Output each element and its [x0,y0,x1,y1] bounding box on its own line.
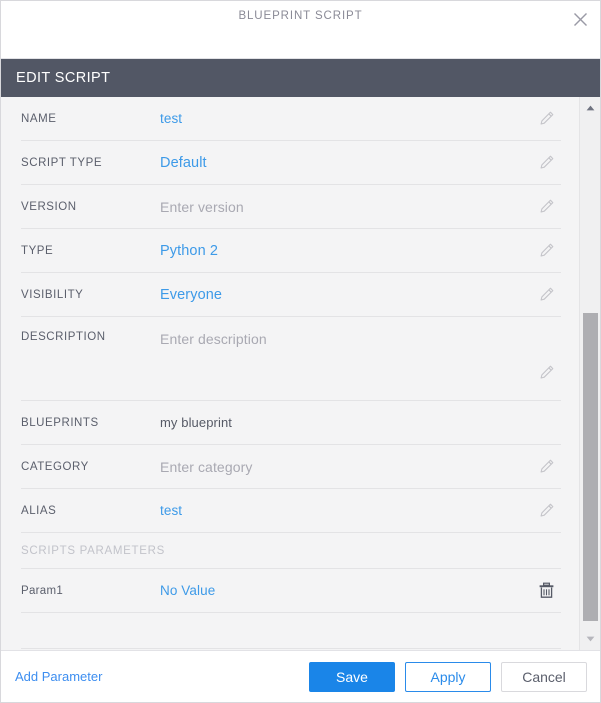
form-rows-container: NAME test SCRIPT TYPE Default VERSION En… [1,97,579,650]
pencil-icon[interactable] [533,238,559,264]
scrollbar-thumb[interactable] [583,313,598,621]
parameter-name: Param1 [21,584,64,597]
scripts-parameters-heading-label: SCRIPTS PARAMETERS [21,544,166,557]
form-row-type[interactable]: TYPE Python 2 [21,229,561,273]
form-row-blueprints-label: BLUEPRINTS [21,416,99,429]
scripts-parameters-heading: SCRIPTS PARAMETERS [21,533,561,569]
pencil-icon[interactable] [533,282,559,308]
form-row-blueprints: BLUEPRINTS my blueprint [21,401,561,445]
form-row-visibility-label: VISIBILITY [21,288,84,301]
form-row-alias[interactable]: ALIAS test [21,489,561,533]
form-row-type-value[interactable]: Python 2 [160,243,561,259]
parameter-row[interactable]: Param1 No Value [21,569,561,613]
form-row-description[interactable]: DESCRIPTION Enter description [21,317,561,401]
edit-script-header-label: EDIT SCRIPT [16,70,111,86]
pencil-icon[interactable] [533,106,559,132]
pencil-icon[interactable] [533,359,559,385]
form-row-script-type-label: SCRIPT TYPE [21,156,103,169]
pencil-icon[interactable] [533,454,559,480]
pencil-icon[interactable] [533,150,559,176]
parameter-value[interactable]: No Value [160,583,561,598]
form-row-alias-label: ALIAS [21,504,57,517]
form-row-visibility-value[interactable]: Everyone [160,287,561,303]
form-row-script-type[interactable]: SCRIPT TYPE Default [21,141,561,185]
form-row-description-value[interactable]: Enter description [160,317,561,347]
form-row-category-label: CATEGORY [21,460,89,473]
pencil-icon[interactable] [533,194,559,220]
add-parameter-link[interactable]: Add Parameter [15,669,102,684]
form-row-description-label: DESCRIPTION [21,331,106,343]
pencil-icon[interactable] [533,498,559,524]
form-row-name-value[interactable]: test [160,111,561,126]
form-row-script-type-value[interactable]: Default [160,155,561,171]
form-row-name-label: NAME [21,112,57,125]
form-row-type-label: TYPE [21,244,54,257]
apply-button[interactable]: Apply [405,661,491,692]
blueprint-script-dialog: BLUEPRINT SCRIPT EDIT SCRIPT NAME test S… [0,0,601,703]
form-row-category-value[interactable]: Enter category [160,459,561,475]
form-row-category[interactable]: CATEGORY Enter category [21,445,561,489]
dialog-titlebar: BLUEPRINT SCRIPT [1,1,600,59]
trash-icon[interactable] [533,578,559,604]
chevron-up-icon[interactable] [580,99,600,117]
form-row-version-label: VERSION [21,200,77,213]
close-icon[interactable] [567,6,593,32]
form-row-version-value[interactable]: Enter version [160,199,561,215]
form-row-blueprints-value: my blueprint [160,415,233,430]
form-body: NAME test SCRIPT TYPE Default VERSION En… [1,97,600,650]
dialog-title: BLUEPRINT SCRIPT [238,10,363,22]
cancel-button[interactable]: Cancel [501,661,587,692]
form-row-version[interactable]: VERSION Enter version [21,185,561,229]
save-button[interactable]: Save [309,661,395,692]
form-scrollbar[interactable] [579,97,600,650]
form-bottom-spacer [21,613,561,649]
edit-script-header: EDIT SCRIPT [1,59,600,97]
form-row-alias-value[interactable]: test [160,503,561,518]
dialog-footer: Add Parameter Save Apply Cancel [1,650,600,702]
chevron-down-icon[interactable] [580,630,600,648]
form-row-name[interactable]: NAME test [21,97,561,141]
form-row-visibility[interactable]: VISIBILITY Everyone [21,273,561,317]
